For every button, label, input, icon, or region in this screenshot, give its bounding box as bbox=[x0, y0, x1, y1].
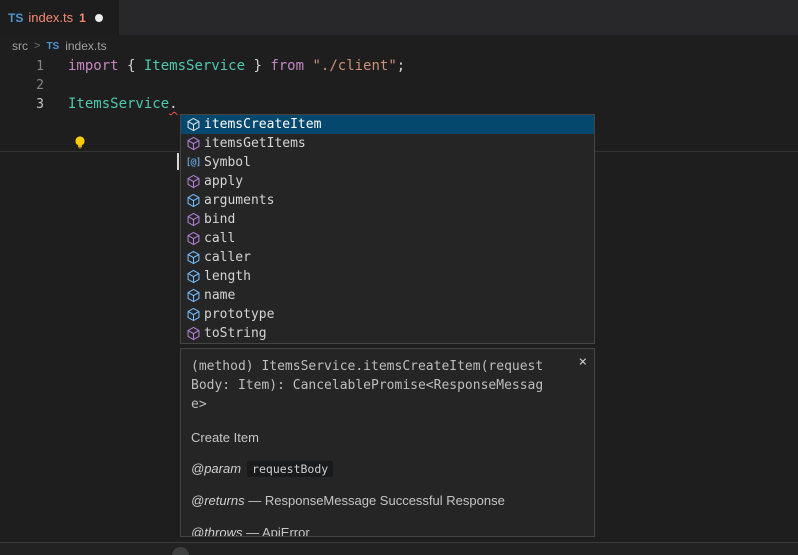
chevron-right-icon: > bbox=[34, 40, 40, 52]
doc-tag-returns: @returns — ResponseMessage Successful Re… bbox=[191, 493, 584, 509]
suggest-item-itemsCreateItem[interactable]: itemsCreateItem bbox=[181, 115, 594, 134]
doc-description: Create Item bbox=[191, 430, 584, 445]
tab-index-ts[interactable]: TS index.ts 1 bbox=[0, 0, 119, 35]
code-token: "./client" bbox=[312, 58, 396, 74]
doc-tag-param: @param requestBody bbox=[191, 461, 584, 477]
symbol-method-icon bbox=[185, 212, 201, 227]
symbol-method-icon bbox=[185, 231, 201, 246]
suggest-item-Symbol[interactable]: [@]Symbol bbox=[181, 153, 594, 172]
code-token: import bbox=[68, 58, 119, 74]
symbol-field-icon bbox=[185, 250, 201, 265]
symbol-field-icon bbox=[185, 269, 201, 284]
suggest-item-label: caller bbox=[204, 248, 251, 267]
lightbulb-icon[interactable] bbox=[73, 135, 87, 150]
suggest-item-name[interactable]: name bbox=[181, 286, 594, 305]
code-token: ; bbox=[397, 58, 405, 74]
tag-name: @throws bbox=[191, 525, 243, 537]
tab-error-count: 1 bbox=[79, 11, 86, 25]
tag-name: @param bbox=[191, 461, 241, 476]
suggest-item-call[interactable]: call bbox=[181, 229, 594, 248]
symbol-field-icon bbox=[185, 193, 201, 208]
code-line-2[interactable]: 2 bbox=[0, 76, 798, 95]
suggest-item-arguments[interactable]: arguments bbox=[181, 191, 594, 210]
suggest-item-label: name bbox=[204, 286, 235, 305]
suggest-item-label: apply bbox=[204, 172, 243, 191]
tab-bar: TS index.ts 1 bbox=[0, 0, 798, 35]
typescript-file-icon: TS bbox=[46, 41, 59, 52]
vscode-editor-window: TS index.ts 1 src > TS index.ts 1 import … bbox=[0, 0, 798, 555]
symbol-field-icon bbox=[185, 307, 201, 322]
breadcrumb: src > TS index.ts bbox=[12, 35, 107, 57]
breadcrumb-file[interactable]: index.ts bbox=[65, 39, 106, 53]
code-token: ItemsService bbox=[144, 58, 245, 74]
tag-param-code: requestBody bbox=[247, 461, 333, 477]
code-line-3[interactable]: 3 ItemsService. bbox=[0, 95, 798, 114]
symbol-method-icon bbox=[185, 117, 201, 132]
suggest-item-itemsGetItems[interactable]: itemsGetItems bbox=[181, 134, 594, 153]
bottom-divider bbox=[0, 542, 798, 555]
line-number: 3 bbox=[0, 95, 44, 114]
suggest-item-label: arguments bbox=[204, 191, 274, 210]
suggest-item-label: prototype bbox=[204, 305, 274, 324]
error-squiggle-token: . bbox=[169, 96, 177, 112]
modified-dot-icon[interactable] bbox=[95, 14, 103, 22]
tag-text: — ApiError bbox=[243, 525, 310, 537]
tab-filename: index.ts bbox=[28, 10, 73, 25]
code-token: from bbox=[270, 58, 304, 74]
suggest-item-label: Symbol bbox=[204, 153, 251, 172]
symbol-misc-icon: [@] bbox=[185, 155, 201, 170]
suggest-item-apply[interactable]: apply bbox=[181, 172, 594, 191]
suggest-docs-panel: × (method) ItemsService.itemsCreateItem(… bbox=[180, 348, 595, 537]
code-text: ItemsService. bbox=[68, 95, 178, 114]
line-number: 2 bbox=[0, 76, 44, 95]
suggest-item-label: itemsCreateItem bbox=[204, 115, 321, 134]
symbol-method-icon bbox=[185, 174, 201, 189]
suggest-item-label: toString bbox=[204, 324, 267, 343]
suggest-item-caller[interactable]: caller bbox=[181, 248, 594, 267]
suggest-item-label: itemsGetItems bbox=[204, 134, 306, 153]
code-token: } bbox=[245, 58, 270, 74]
close-icon[interactable]: × bbox=[579, 355, 587, 369]
suggest-item-label: length bbox=[204, 267, 251, 286]
symbol-method-icon bbox=[185, 136, 201, 151]
autocomplete-suggest-widget: itemsCreateItemitemsGetItems[@]Symbolapp… bbox=[180, 114, 595, 344]
suggest-item-bind[interactable]: bind bbox=[181, 210, 594, 229]
symbol-method-icon bbox=[185, 326, 201, 341]
tag-name: @returns bbox=[191, 493, 245, 508]
symbol-field-icon bbox=[185, 288, 201, 303]
suggest-item-toString[interactable]: toString bbox=[181, 324, 594, 343]
suggest-item-label: bind bbox=[204, 210, 235, 229]
code-token: { bbox=[119, 58, 144, 74]
tag-text: — ResponseMessage Successful Response bbox=[245, 493, 505, 508]
line-number: 1 bbox=[0, 57, 44, 76]
typescript-file-icon: TS bbox=[8, 11, 23, 25]
suggest-item-length[interactable]: length bbox=[181, 267, 594, 286]
code-text: import { ItemsService } from "./client"; bbox=[68, 57, 405, 76]
text-cursor bbox=[177, 153, 179, 170]
suggest-item-prototype[interactable]: prototype bbox=[181, 305, 594, 324]
suggest-item-label: call bbox=[204, 229, 235, 248]
code-line-1[interactable]: 1 import { ItemsService } from "./client"… bbox=[0, 57, 798, 76]
method-signature: (method) ItemsService.itemsCreateItem(re… bbox=[191, 357, 551, 414]
doc-tag-throws: @throws — ApiError bbox=[191, 525, 584, 537]
breadcrumb-folder[interactable]: src bbox=[12, 39, 28, 53]
code-token: ItemsService bbox=[68, 96, 169, 112]
